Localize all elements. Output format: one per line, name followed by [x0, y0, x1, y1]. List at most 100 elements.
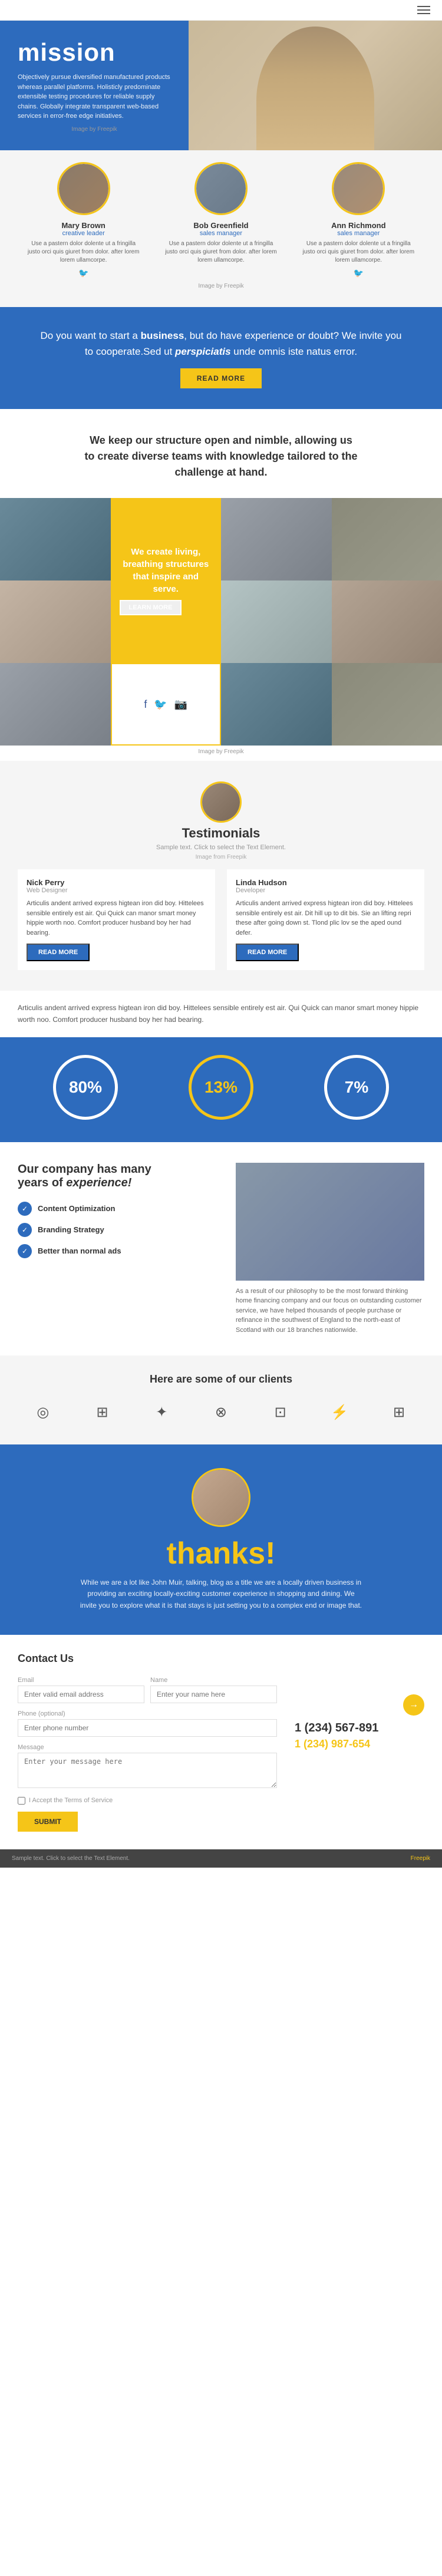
hamburger-menu[interactable]: [417, 6, 430, 14]
gallery-cell-office2: [0, 663, 111, 746]
team-avatar-wrap-0: [57, 162, 110, 215]
cta-read-more-button[interactable]: READ MORE: [180, 368, 262, 388]
testimonials-section: Testimonials Sample text. Click to selec…: [0, 761, 442, 991]
experience-heading: Our company has manyyears of experience!: [18, 1163, 218, 1190]
testimonial-card-1: Linda Hudson Developer Articulis andent …: [227, 869, 424, 970]
name-input[interactable]: [150, 1686, 277, 1703]
team-avatar-1: [196, 164, 246, 213]
contact-info: → 1 (234) 567-891 1 (234) 987-654: [295, 1677, 424, 1832]
contact-grid: Email Name Phone (optional) Message I Ac…: [18, 1677, 424, 1832]
form-group-message: Message: [18, 1744, 277, 1790]
team-avatar-0: [59, 164, 108, 213]
stat-circle-0: 80%: [53, 1055, 118, 1120]
team-member-0: Mary Brown creative leader Use a pastern…: [25, 162, 143, 278]
team-name-0: Mary Brown: [61, 221, 105, 230]
twitter-icon[interactable]: 🐦: [154, 698, 167, 711]
team-desc-2: Use a pastern dolor dolente ut a fringil…: [299, 240, 417, 265]
mission-person-bg: [189, 21, 442, 150]
gallery-cell-person3: [332, 580, 442, 663]
check-label-2: Better than normal ads: [38, 1246, 121, 1255]
message-textarea[interactable]: [18, 1753, 277, 1788]
gallery-cell-building2: [221, 663, 332, 746]
review-text-1: Articulis andent arrived express higtean…: [236, 899, 415, 938]
contact-section: Contact Us Email Name Phone (optional) M…: [0, 1635, 442, 1849]
footer-link[interactable]: Freepik: [411, 1855, 430, 1862]
reviewer-name-0: Nick Perry: [27, 878, 206, 887]
name-label: Name: [150, 1677, 277, 1684]
testimonials-avatar: [202, 783, 240, 821]
cta-section: Do you want to start a business, but do …: [0, 307, 442, 409]
phone-number-1: 1 (234) 567-891: [295, 1721, 424, 1735]
testimonial-read-more-1[interactable]: READ MORE: [236, 944, 299, 961]
terms-checkbox[interactable]: [18, 1797, 25, 1805]
clients-section: Here are some of our clients ◎ ⊞ ✦ ⊗ ⊡ ⚡…: [0, 1355, 442, 1444]
team-avatar-wrap-1: [194, 162, 248, 215]
gallery-section: We create living, breathing structures t…: [0, 492, 442, 761]
client-logo-1: ⊞: [82, 1397, 123, 1427]
phone-input[interactable]: [18, 1719, 277, 1737]
terms-label[interactable]: I Accept the Terms of Service: [29, 1797, 113, 1804]
experience-left: Our company has manyyears of experience!…: [18, 1163, 218, 1265]
team-desc-0: Use a pastern dolor dolente ut a fringil…: [25, 240, 143, 265]
experience-right: As a result of our philosophy to be the …: [236, 1163, 424, 1335]
instagram-icon[interactable]: 📷: [174, 698, 187, 711]
stat-item-1: 13%: [189, 1055, 253, 1124]
contact-float-button[interactable]: →: [403, 1694, 424, 1716]
team-role-2: sales manager: [337, 230, 380, 237]
phone-label: Phone (optional): [18, 1710, 277, 1717]
twitter-icon-2[interactable]: 🐦: [354, 268, 364, 278]
testimonials-avatar-wrap: [200, 781, 242, 823]
gallery-cell-street2: [332, 663, 442, 746]
gallery-cell-social: f 🐦 📷: [111, 663, 222, 746]
team-image-credit: Image by Freepik: [18, 278, 424, 289]
experience-image: [236, 1163, 424, 1281]
check-item-2: ✓ Better than normal ads: [18, 1244, 218, 1258]
team-grid: Mary Brown creative leader Use a pastern…: [18, 162, 424, 278]
team-avatar-2: [334, 164, 383, 213]
form-group-email: Email: [18, 1677, 144, 1703]
thanks-avatar: [193, 1470, 249, 1525]
twitter-icon-0[interactable]: 🐦: [78, 268, 88, 278]
gallery-yellow-text: We create living, breathing structures t…: [120, 546, 213, 595]
team-avatar-wrap-2: [332, 162, 385, 215]
team-name-2: Ann Richmond: [331, 221, 385, 230]
team-desc-1: Use a pastern dolor dolente ut a fringil…: [162, 240, 280, 265]
stat-circle-2: 7%: [324, 1055, 389, 1120]
testimonials-title: Testimonials: [18, 826, 424, 841]
team-member-2: Ann Richmond sales manager Use a pastern…: [299, 162, 417, 278]
reviewer-title-0: Web Designer: [27, 887, 206, 894]
facebook-icon[interactable]: f: [144, 698, 147, 711]
clients-grid: ◎ ⊞ ✦ ⊗ ⊡ ⚡ ⊞: [18, 1397, 424, 1427]
check-label-0: Content Optimization: [38, 1204, 115, 1213]
form-row-email-name: Email Name: [18, 1677, 277, 1710]
client-logo-4: ⊡: [260, 1397, 301, 1427]
social-icons-row: f 🐦 📷: [144, 698, 187, 711]
testimonials-sample-text: Sample text. Click to select the Text El…: [18, 844, 424, 851]
mission-image-credit: Image by Freepik: [18, 121, 171, 133]
team-role-1: sales manager: [200, 230, 242, 237]
message-label: Message: [18, 1744, 277, 1751]
thanks-title: thanks!: [18, 1536, 424, 1571]
gallery-grid: We create living, breathing structures t…: [0, 498, 442, 746]
cta-bold-business: business: [141, 330, 184, 341]
contact-form: Email Name Phone (optional) Message I Ac…: [18, 1677, 277, 1832]
structure-heading: We keep our structure open and nimble, a…: [18, 433, 424, 480]
email-input[interactable]: [18, 1686, 144, 1703]
submit-button[interactable]: SUBMIT: [18, 1812, 78, 1832]
check-item-1: ✓ Branding Strategy: [18, 1223, 218, 1237]
structure-section: We keep our structure open and nimble, a…: [0, 409, 442, 492]
check-icon-0: ✓: [18, 1202, 32, 1216]
top-nav: [0, 0, 442, 21]
client-logo-5: ⚡: [319, 1397, 360, 1427]
mission-section: mission Objectively pursue diversified m…: [0, 21, 442, 150]
reviewer-title-1: Developer: [236, 887, 415, 894]
gallery-image-credit: Image by Freepik: [0, 746, 442, 758]
testimonial-read-more-0[interactable]: READ MORE: [27, 944, 90, 961]
testimonials-image-credit: Image from Freepik: [18, 854, 424, 860]
gallery-cell-person2: [0, 580, 111, 663]
gallery-learn-more-button[interactable]: LEARN MORE: [120, 600, 182, 615]
footer-copyright: Sample text. Click to select the Text El…: [12, 1855, 130, 1862]
phone-number-2: 1 (234) 987-654: [295, 1738, 424, 1750]
mission-blue-panel: mission Objectively pursue diversified m…: [0, 21, 189, 150]
cta-italic-perspiciatis: perspiciatis: [175, 346, 231, 357]
